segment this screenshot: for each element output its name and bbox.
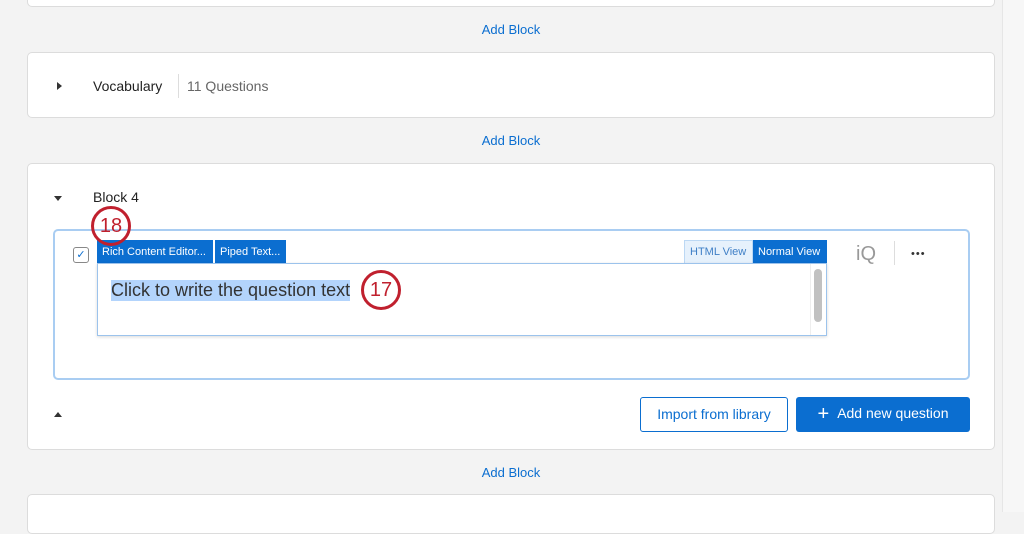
more-options-icon[interactable]: •••: [911, 248, 926, 260]
page-scrollbar[interactable]: [1002, 0, 1024, 512]
add-block-link[interactable]: Add Block: [0, 133, 1022, 148]
divider: [894, 241, 895, 265]
question-count: 11 Questions: [187, 78, 269, 94]
next-block-card: [27, 494, 995, 534]
html-view-tab[interactable]: HTML View: [684, 240, 753, 264]
question-checkbox[interactable]: ✓: [73, 247, 89, 263]
annotation-17: 17: [361, 270, 401, 310]
expand-icon[interactable]: [57, 82, 62, 90]
block-title: Vocabulary: [93, 78, 163, 94]
question-text[interactable]: Click to write the question text: [111, 280, 351, 301]
block-vocabulary: Vocabulary 11 Questions: [27, 52, 995, 118]
divider: [178, 74, 179, 98]
collapse-icon[interactable]: [54, 196, 62, 201]
add-block-link[interactable]: Add Block: [0, 22, 1022, 37]
add-question-label: Add new question: [837, 405, 949, 421]
add-block-link[interactable]: Add Block: [0, 465, 1022, 480]
normal-view-tab[interactable]: Normal View: [753, 240, 827, 264]
editor-scrollbar[interactable]: [810, 264, 826, 335]
plus-icon: +: [817, 403, 830, 425]
collapse-block-icon[interactable]: [54, 412, 62, 417]
import-from-library-button[interactable]: Import from library: [640, 397, 788, 432]
iq-icon[interactable]: iQ: [856, 243, 876, 266]
question-text-editor[interactable]: Click to write the question text: [97, 263, 827, 336]
previous-block-card: [27, 0, 995, 7]
block-title: Block 4: [93, 189, 139, 205]
add-new-question-button[interactable]: + Add new question: [796, 397, 970, 432]
piped-text-button[interactable]: Piped Text...: [215, 240, 286, 264]
annotation-18: 18: [91, 206, 131, 246]
